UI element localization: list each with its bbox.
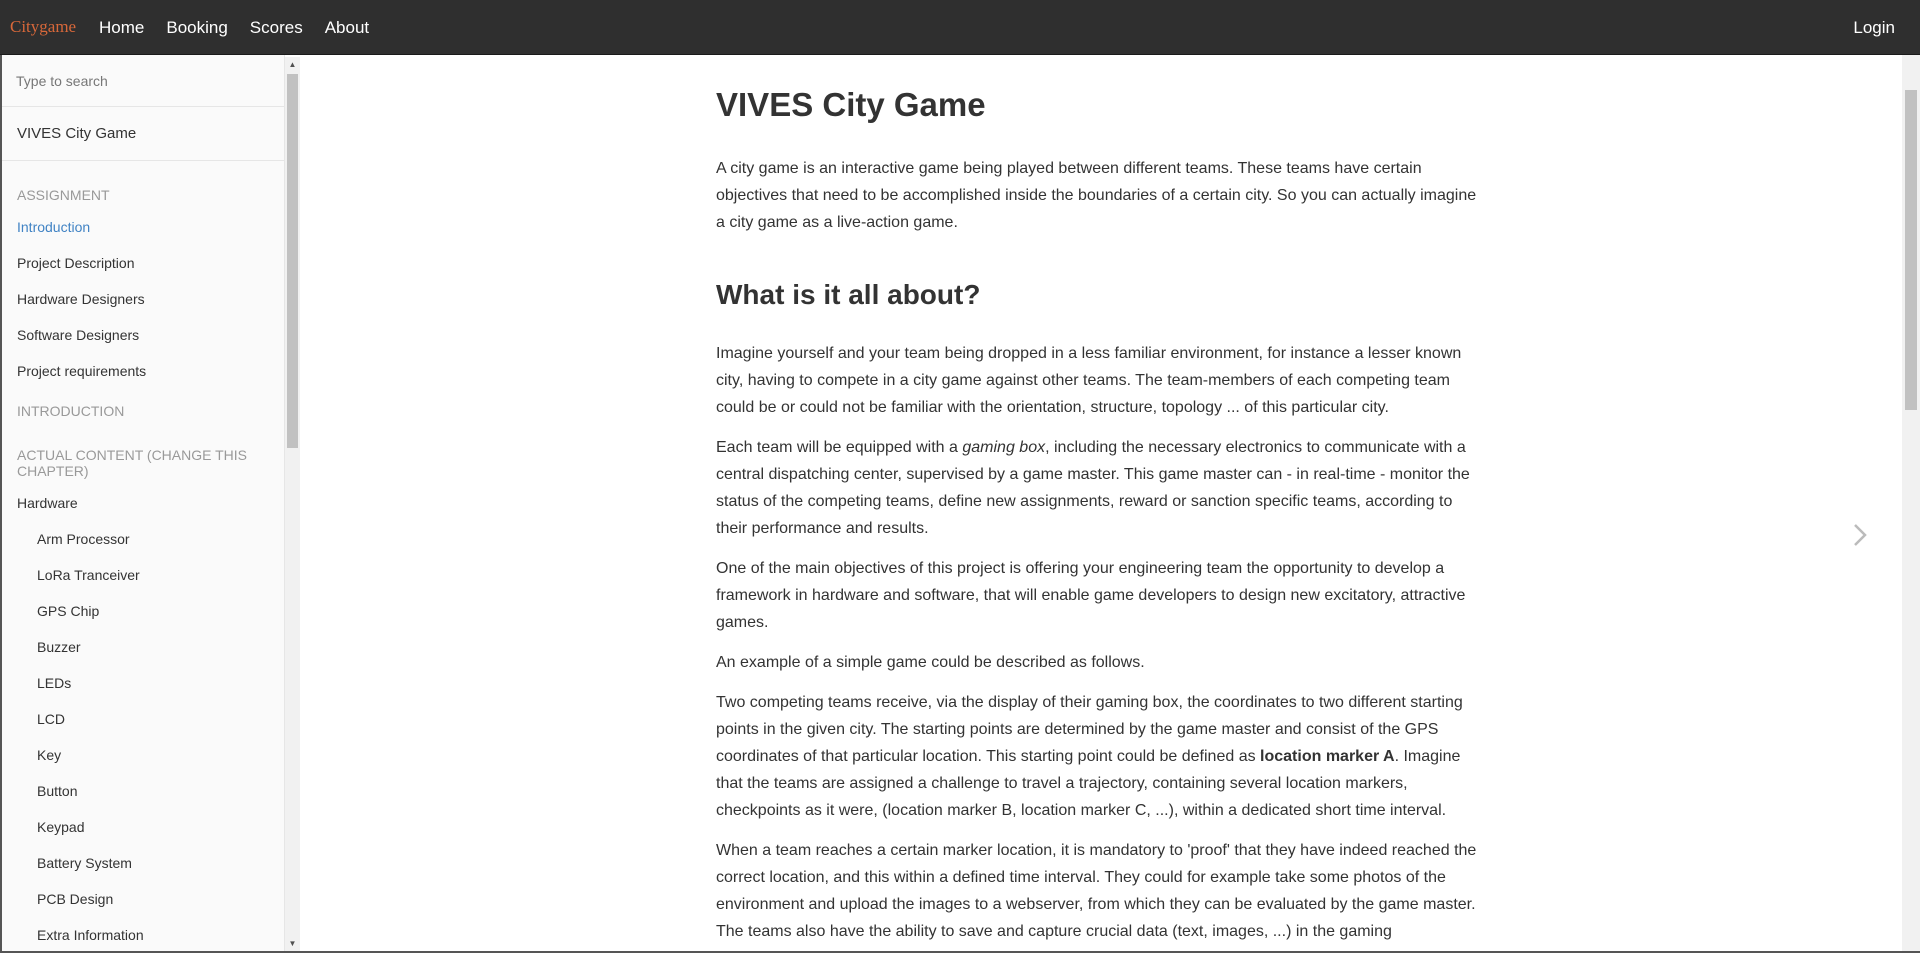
page-scrollbar-thumb[interactable] (1905, 90, 1917, 410)
paragraph: An example of a simple game could be des… (716, 654, 1145, 671)
sidebar-item-battery-system[interactable]: Battery System (2, 845, 284, 881)
top-navbar: Citygame Home Booking Scores About Login (0, 0, 1920, 55)
emphasis-text: gaming box (962, 439, 1046, 456)
section-header-introduction: INTRODUCTION (17, 403, 125, 419)
nav-booking-link[interactable]: Booking (155, 0, 238, 55)
sidebar-book-title[interactable]: VIVES City Game (2, 107, 284, 161)
book-sidebar: VIVES City Game ASSIGNMENT Introduction … (2, 55, 285, 951)
scroll-up-arrow-icon[interactable]: ▲ (285, 57, 300, 72)
sidebar-item-hardware-designers[interactable]: Hardware Designers (2, 281, 284, 317)
login-link[interactable]: Login (1853, 0, 1895, 55)
paragraph: Two competing teams receive, via the dis… (716, 689, 1486, 824)
sidebar-item-lcd[interactable]: LCD (2, 701, 284, 737)
paragraph: One of the main objectives of this proje… (716, 560, 1466, 631)
text-span: Each team will be equipped with a (716, 439, 963, 456)
sidebar-item-lora-tranceiver[interactable]: LoRa Tranceiver (2, 557, 284, 593)
paragraph: Each team will be equipped with a gaming… (716, 434, 1486, 542)
sidebar-item-hardware[interactable]: Hardware (2, 485, 284, 521)
sidebar-item-button[interactable]: Button (2, 773, 284, 809)
page-title: VIVES City Game (716, 86, 986, 123)
sidebar-item-arm-processor[interactable]: Arm Processor (2, 521, 284, 557)
sidebar-search (2, 55, 284, 107)
sidebar-scrollbar-thumb[interactable] (287, 74, 298, 448)
sidebar-item-keypad[interactable]: Keypad (2, 809, 284, 845)
nav-links: Home Booking Scores About (88, 0, 380, 55)
brand-logo[interactable]: Citygame (10, 17, 76, 37)
scroll-down-arrow-icon[interactable]: ▼ (285, 936, 300, 951)
search-input[interactable] (2, 55, 284, 107)
sidebar-item-project-requirements[interactable]: Project requirements (2, 353, 284, 389)
sidebar-chapter-list: ASSIGNMENT Introduction Project Descript… (2, 161, 284, 951)
nav-home-link[interactable]: Home (88, 0, 155, 55)
page-scrollbar[interactable] (1902, 55, 1920, 951)
section-heading: What is it all about? (716, 279, 981, 310)
page-content: VIVES City Game A city game is an intera… (716, 55, 1486, 951)
section-header-actual-content: ACTUAL CONTENT (CHANGE THIS CHAPTER) (17, 447, 247, 479)
sidebar-item-project-description[interactable]: Project Description (2, 245, 284, 281)
section-header-assignment: ASSIGNMENT (17, 187, 110, 203)
paragraph: Imagine yourself and your team being dro… (716, 345, 1462, 416)
sidebar-item-key[interactable]: Key (2, 737, 284, 773)
sidebar-scrollbar[interactable]: ▲ ▼ (285, 57, 300, 951)
paragraph: When a team reaches a certain marker loc… (716, 842, 1477, 940)
next-page-button[interactable] (1845, 515, 1875, 555)
sidebar-item-extra-information[interactable]: Extra Information (2, 917, 284, 951)
nav-scores-link[interactable]: Scores (239, 0, 314, 55)
bold-text: location marker A (1260, 748, 1395, 765)
chevron-right-icon (1854, 524, 1867, 546)
nav-about-link[interactable]: About (314, 0, 380, 55)
sidebar-item-software-designers[interactable]: Software Designers (2, 317, 284, 353)
sidebar-item-introduction[interactable]: Introduction (2, 209, 284, 245)
main-content-area: VIVES City Game A city game is an intera… (300, 55, 1902, 951)
sidebar-item-gps-chip[interactable]: GPS Chip (2, 593, 284, 629)
sidebar-item-buzzer[interactable]: Buzzer (2, 629, 284, 665)
intro-paragraph: A city game is an interactive game being… (716, 160, 1477, 231)
sidebar-item-leds[interactable]: LEDs (2, 665, 284, 701)
sidebar-item-pcb-design[interactable]: PCB Design (2, 881, 284, 917)
